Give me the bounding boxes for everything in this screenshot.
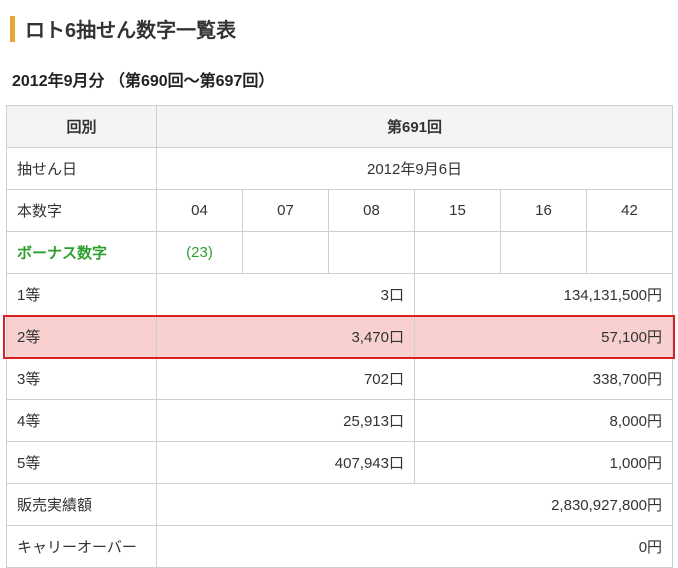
main-number: 42 [587,190,673,232]
prize-count: 3,470口 [157,316,415,358]
row-sales: 販売実績額 2,830,927,800円 [7,484,673,526]
empty-cell [329,232,415,274]
prize-amount: 8,000円 [415,400,673,442]
prize-count: 3口 [157,274,415,316]
prize-rank: 1等 [7,274,157,316]
prize-count: 702口 [157,358,415,400]
prize-rank: 4等 [7,400,157,442]
row-date: 抽せん日 2012年9月6日 [7,148,673,190]
row-carryover: キャリーオーバー 0円 [7,526,673,568]
results-table: 回別 第691回 抽せん日 2012年9月6日 本数字 04 07 08 15 … [6,105,673,568]
empty-cell [587,232,673,274]
round-label: 回別 [7,106,157,148]
prize-amount: 1,000円 [415,442,673,484]
row-prize-5: 5等 407,943口 1,000円 [7,442,673,484]
empty-cell [415,232,501,274]
header-row-round: 回別 第691回 [7,106,673,148]
date-label: 抽せん日 [7,148,157,190]
results-table-wrap: 回別 第691回 抽せん日 2012年9月6日 本数字 04 07 08 15 … [6,105,672,568]
row-main-numbers: 本数字 04 07 08 15 16 42 [7,190,673,232]
sales-amount: 2,830,927,800円 [157,484,673,526]
row-prize-4: 4等 25,913口 8,000円 [7,400,673,442]
title-accent-bar [10,16,15,42]
sales-label: 販売実績額 [7,484,157,526]
main-numbers-label: 本数字 [7,190,157,232]
row-bonus: ボーナス数字 (23) [7,232,673,274]
row-prize-1: 1等 3口 134,131,500円 [7,274,673,316]
page-title: ロト6抽せん数字一覧表 [25,14,236,43]
round-value: 第691回 [157,106,673,148]
empty-cell [501,232,587,274]
main-number: 08 [329,190,415,232]
bonus-label: ボーナス数字 [7,232,157,274]
page-title-row: ロト6抽せん数字一覧表 [6,4,672,57]
main-number: 04 [157,190,243,232]
carryover-amount: 0円 [157,526,673,568]
carryover-label: キャリーオーバー [7,526,157,568]
date-value: 2012年9月6日 [157,148,673,190]
row-prize-3: 3等 702口 338,700円 [7,358,673,400]
prize-count: 407,943口 [157,442,415,484]
row-prize-2-highlighted: 2等 3,470口 57,100円 [7,316,673,358]
main-number: 15 [415,190,501,232]
prize-rank: 5等 [7,442,157,484]
prize-rank: 3等 [7,358,157,400]
prize-rank: 2等 [7,316,157,358]
prize-amount: 134,131,500円 [415,274,673,316]
empty-cell [243,232,329,274]
subtitle: 2012年9月分 （第690回～第697回） [6,57,672,105]
prize-count: 25,913口 [157,400,415,442]
prize-amount: 338,700円 [415,358,673,400]
main-number: 16 [501,190,587,232]
main-number: 07 [243,190,329,232]
bonus-number: (23) [157,232,243,274]
prize-amount: 57,100円 [415,316,673,358]
